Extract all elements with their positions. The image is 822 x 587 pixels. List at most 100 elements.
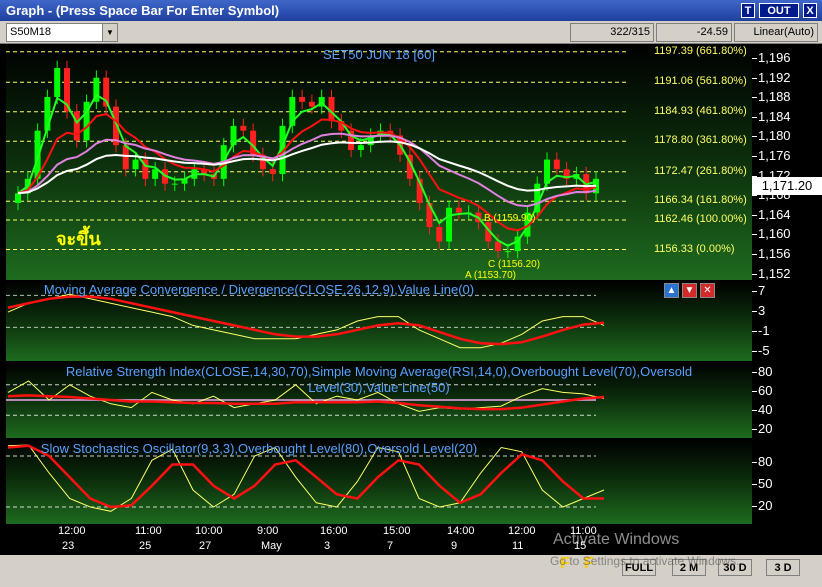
candle-body — [446, 207, 453, 242]
price-tick: 1,156 — [752, 246, 791, 261]
candle-body — [73, 111, 80, 141]
close-button[interactable]: X — [803, 3, 817, 18]
time-label: 15:00 — [383, 525, 411, 537]
macd-pane[interactable]: Moving Average Convergence / Divergence(… — [6, 281, 752, 361]
price-pane[interactable]: SET50 JUN 18 [60] 1197.39 (661.80%) 1191.… — [6, 44, 752, 280]
close-icon[interactable]: ✕ — [700, 283, 715, 298]
date-label: 7 — [387, 540, 394, 552]
fib-level-label: 1178.80 (361.80%) — [654, 134, 747, 147]
price-tick: 1,180 — [752, 128, 791, 144]
candle-body — [308, 101, 315, 107]
ma-long-line — [17, 140, 597, 195]
fib-level-label: 1172.47 (261.80%) — [654, 164, 747, 177]
date-label: 25 — [139, 540, 152, 552]
rsi-tick: 60 — [751, 383, 773, 398]
time-label: 14:00 — [447, 525, 475, 537]
fib-level-label: 1156.33 (0.00%) — [654, 242, 735, 255]
stoch-title: Slow Stochastics Oscillator(9,3,3),Overb… — [40, 441, 478, 456]
time-label: 10:00 — [195, 525, 223, 537]
annotation-b: B (1159.90) — [484, 213, 536, 224]
date-label: May — [261, 540, 282, 552]
candle-body — [269, 169, 276, 175]
price-chart — [6, 51, 626, 259]
macd-line — [7, 293, 605, 349]
candle-body — [357, 145, 364, 150]
candle-body — [152, 169, 159, 179]
stoch-axis: 80 50 20 — [751, 439, 822, 524]
time-label: 12:00 — [508, 525, 536, 537]
fib-level-label: 1191.06 (561.80%) — [654, 75, 747, 88]
rsi-axis: 80 60 40 20 — [751, 362, 822, 438]
candle-body — [495, 241, 502, 252]
move-down-icon[interactable]: ▼ — [682, 283, 697, 298]
candle-body — [171, 183, 178, 185]
fib-level-label: 1197.39 (661.80%) — [654, 44, 747, 57]
window-titlebar: Graph - (Press Space Bar For Enter Symbo… — [0, 0, 822, 21]
fib-level-label: 1162.46 (100.00%) — [654, 212, 747, 225]
move-up-icon[interactable]: ▲ — [664, 283, 679, 298]
rsi-title: Relative Strength Index(CLOSE,14,30,70),… — [65, 364, 693, 395]
price-title: SET50 JUN 18 [60] — [323, 47, 435, 62]
three-day-button[interactable]: 3 D — [766, 559, 800, 576]
rsi-pane[interactable]: Relative Strength Index(CLOSE,14,30,70),… — [6, 362, 752, 438]
date-label: 23 — [62, 540, 75, 552]
rsi-sma-line — [7, 394, 605, 411]
price-tick: 1,192 — [752, 69, 791, 85]
candle-body — [15, 193, 21, 203]
candle-body — [553, 159, 560, 170]
candle-body — [240, 125, 247, 131]
chevron-down-icon[interactable]: ▼ — [102, 24, 117, 41]
annotation-a: A (1153.70) — [465, 270, 516, 280]
price-tick: 1,184 — [752, 108, 791, 124]
price-tick: 1,152 — [752, 265, 791, 281]
time-label: 16:00 — [320, 525, 348, 537]
symbol-value: S50M18 — [10, 26, 51, 38]
macd-title: Moving Average Convergence / Divergence(… — [43, 282, 475, 297]
out-button[interactable]: OUT — [759, 3, 799, 18]
date-label: 9 — [451, 540, 458, 552]
date-label: 3 — [324, 540, 331, 552]
toolbar: S50M18 ▼ 322/315 -24.59 Linear(Auto) — [0, 21, 822, 44]
candle-body — [299, 96, 306, 102]
thai-annotation: จะขึ้น — [56, 229, 101, 250]
bar-count: 322/315 — [570, 23, 654, 42]
change-value: -24.59 — [656, 23, 732, 42]
rsi-tick: 40 — [751, 402, 773, 417]
macd-tick: -5 — [752, 343, 770, 358]
activate-windows-watermark: Activate Windows — [553, 531, 680, 548]
price-axis: 1,1961,1921,1881,1841,1801,1761,1721,168… — [752, 44, 822, 281]
date-label: 11 — [512, 540, 524, 552]
ma-slow-line — [17, 132, 597, 208]
t-button[interactable]: T — [741, 3, 755, 18]
macd-tick: 7 — [751, 283, 766, 298]
activate-windows-hint: Go to Settings to activate Windows. — [550, 554, 740, 568]
fib-level-label: 1184.93 (461.80%) — [654, 104, 747, 117]
candle-body — [54, 68, 61, 97]
candle-body — [455, 207, 462, 213]
price-tick: 1,160 — [752, 226, 791, 242]
window-title: Graph - (Press Space Bar For Enter Symbo… — [6, 3, 280, 18]
price-tick: 1,164 — [752, 206, 791, 222]
time-label: 11:00 — [135, 525, 162, 537]
last-price-marker: 1,171.20 — [752, 177, 822, 195]
price-tick: 1,196 — [752, 50, 791, 65]
macd-axis: 7 3 -1 -5 — [751, 281, 822, 361]
fib-level-label: 1166.34 (161.80%) — [654, 194, 747, 207]
candle-body — [132, 159, 139, 170]
price-tick: 1,176 — [752, 148, 791, 163]
stoch-tick: 50 — [751, 476, 773, 491]
candle-body — [436, 227, 443, 242]
macd-tick: 3 — [751, 303, 766, 318]
symbol-select[interactable]: S50M18 ▼ — [6, 23, 118, 42]
time-label: 9:00 — [257, 525, 279, 537]
stoch-tick: 20 — [751, 498, 773, 513]
candle-body — [122, 145, 129, 170]
rsi-tick: 80 — [751, 364, 773, 379]
macd-tick: -1 — [752, 323, 770, 338]
scale-select[interactable]: Linear(Auto) — [734, 23, 818, 42]
stoch-pane[interactable]: Slow Stochastics Oscillator(9,3,3),Overb… — [6, 439, 752, 524]
date-label: 27 — [199, 540, 212, 552]
candle-body — [504, 251, 511, 253]
stoch-tick: 80 — [751, 454, 773, 469]
annotation-c: C (1156.20) — [488, 259, 541, 270]
